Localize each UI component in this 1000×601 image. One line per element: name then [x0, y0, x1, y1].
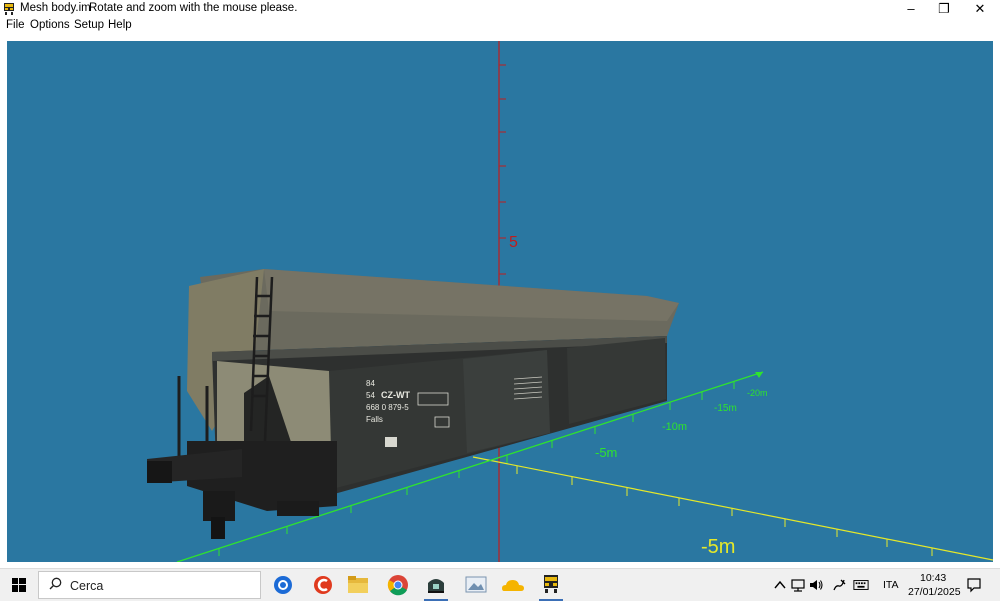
clock-time[interactable]: 10:43 [920, 572, 946, 584]
vertical-axis-label: 5 [509, 234, 518, 251]
network-icon[interactable] [790, 577, 806, 593]
windows-icon [12, 578, 26, 592]
clock-date[interactable]: 27/01/2025 [908, 586, 961, 598]
cortana-icon [274, 576, 292, 594]
notifications-icon[interactable] [966, 577, 982, 593]
wagon-marking-type: Falls [366, 415, 383, 424]
menu-help[interactable]: Help [108, 19, 132, 31]
pen-icon[interactable] [831, 577, 847, 593]
close-button[interactable]: ✕ [957, 0, 1000, 18]
hopper-wagon-model: 84 54 CZ-WT 668 0 879-5 Falls [147, 269, 679, 539]
keyboard-icon[interactable] [853, 577, 869, 593]
menu-setup[interactable]: Setup [74, 19, 104, 31]
axis-label-minus5: -5m [595, 445, 617, 460]
taskbar-app-explorer[interactable] [341, 569, 375, 601]
taskbar-app-onedrive[interactable] [496, 569, 530, 601]
photos-icon [465, 576, 487, 593]
wagon-marking-number: 668 0 879-5 [366, 403, 409, 412]
taskbar-search-box[interactable]: Cerca [38, 571, 261, 599]
chrome-icon [387, 575, 408, 596]
search-placeholder: Cerca [70, 579, 104, 593]
taskbar-app-ccleaner[interactable] [306, 569, 340, 601]
language-indicator[interactable]: ITA [883, 579, 899, 591]
menu-file[interactable]: File [6, 19, 25, 31]
taskbar-app-cortana[interactable] [266, 569, 300, 601]
train-app-icon [544, 575, 558, 593]
wagon-marking-brand: CZ-WT [381, 390, 410, 400]
volume-icon[interactable] [808, 577, 824, 593]
taskbar-app-train[interactable] [534, 569, 568, 601]
axis-label-minus20: -20m [747, 388, 768, 398]
axis-label-minus10: -10m [662, 421, 687, 433]
window-title: Mesh body.im [20, 2, 91, 14]
window-hint: Rotate and zoom with the mouse please. [89, 2, 298, 14]
scale-label-near: -5m [701, 536, 735, 558]
wagon-marking-line1: 84 [366, 379, 375, 388]
wagon-marking-line2: 54 [366, 391, 375, 400]
start-button[interactable] [0, 569, 38, 601]
chevron-up-icon[interactable] [772, 577, 788, 593]
ccleaner-icon [314, 576, 332, 594]
taskbar-app-photos[interactable] [459, 569, 493, 601]
onedrive-icon [502, 580, 524, 591]
axis-label-minus15: -15m [714, 403, 737, 414]
app-icon [4, 3, 14, 15]
menu-bar: File Options Setup Help [0, 18, 1000, 35]
taskbar-app-chrome[interactable] [381, 569, 415, 601]
search-icon [49, 577, 62, 590]
menu-options[interactable]: Options [30, 19, 70, 31]
taskbar: Cerca ITA 10:43 27/01/2025 [0, 568, 1000, 601]
railworks-icon [428, 579, 444, 593]
file-explorer-icon [348, 576, 368, 593]
scene-canvas: 5 -5m -5m -10m -15m -20m 84 54 CZ-WT 668… [147, 41, 993, 562]
title-bar: Mesh body.im Rotate and zoom with the mo… [0, 0, 1000, 18]
taskbar-app-railworks[interactable] [419, 569, 453, 601]
3d-viewport[interactable]: 5 -5m -5m -10m -15m -20m 84 54 CZ-WT 668… [7, 41, 993, 562]
